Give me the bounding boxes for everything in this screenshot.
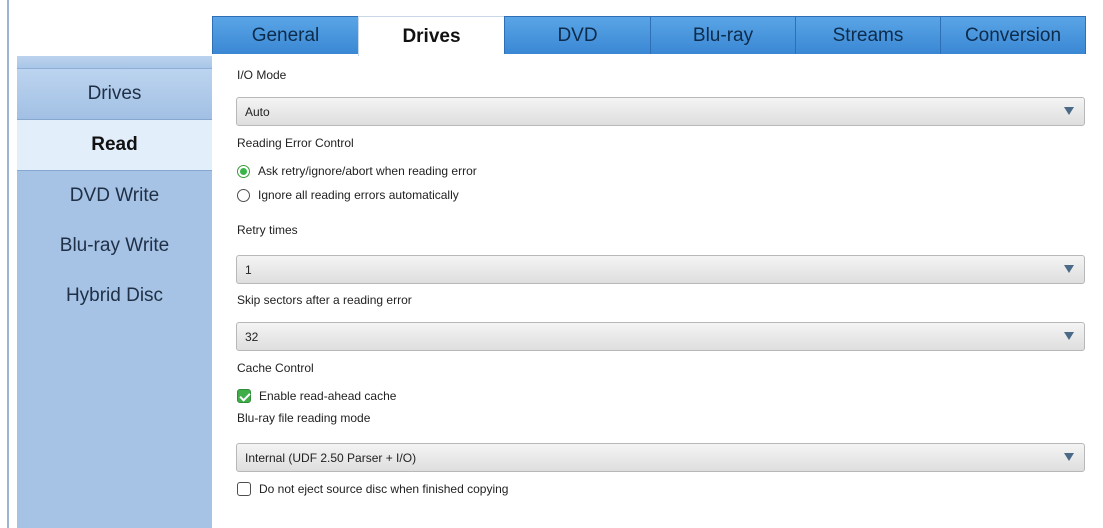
checkbox-icon xyxy=(237,482,251,496)
read-ahead-cache-label: Enable read-ahead cache xyxy=(259,389,397,403)
radio-ask-retry-label: Ask retry/ignore/abort when reading erro… xyxy=(258,164,477,178)
read-ahead-cache-checkbox[interactable]: Enable read-ahead cache xyxy=(237,389,396,403)
bluray-reading-mode-value: Internal (UDF 2.50 Parser + I/O) xyxy=(245,450,417,465)
do-not-eject-label: Do not eject source disc when finished c… xyxy=(259,482,509,496)
io-mode-select[interactable]: Auto xyxy=(236,97,1085,126)
retry-times-label: Retry times xyxy=(237,223,298,237)
radio-ignore-errors-label: Ignore all reading errors automatically xyxy=(258,188,459,202)
chevron-down-icon xyxy=(1064,107,1074,115)
skip-sectors-label: Skip sectors after a reading error xyxy=(237,293,412,307)
reading-error-control-label: Reading Error Control xyxy=(237,136,354,150)
sidebar-item-dvd-write[interactable]: DVD Write xyxy=(17,171,212,221)
bluray-reading-mode-select[interactable]: Internal (UDF 2.50 Parser + I/O) xyxy=(236,443,1085,472)
skip-sectors-select[interactable]: 32 xyxy=(236,322,1085,351)
sidebar-item-hybrid-disc[interactable]: Hybrid Disc xyxy=(17,271,212,321)
chevron-down-icon xyxy=(1064,265,1074,273)
tab-dvd[interactable]: DVD xyxy=(504,16,650,54)
cache-control-label: Cache Control xyxy=(237,361,314,375)
radio-ignore-errors[interactable]: Ignore all reading errors automatically xyxy=(237,188,459,202)
settings-panel: I/O Mode Auto Reading Error Control Ask … xyxy=(212,56,1103,528)
do-not-eject-checkbox[interactable]: Do not eject source disc when finished c… xyxy=(237,482,508,496)
radio-ask-retry[interactable]: Ask retry/ignore/abort when reading erro… xyxy=(237,164,477,178)
retry-times-select[interactable]: 1 xyxy=(236,255,1085,284)
bluray-reading-mode-label: Blu-ray file reading mode xyxy=(237,411,371,425)
radio-unselected-icon xyxy=(237,188,250,202)
io-mode-label: I/O Mode xyxy=(237,68,287,82)
checkmark-icon xyxy=(237,389,251,403)
tab-bluray[interactable]: Blu-ray xyxy=(650,16,795,54)
io-mode-value: Auto xyxy=(245,104,270,119)
sidebar-item-bluray-write[interactable]: Blu-ray Write xyxy=(17,221,212,271)
chevron-down-icon xyxy=(1064,453,1074,461)
tab-streams[interactable]: Streams xyxy=(795,16,940,54)
retry-times-value: 1 xyxy=(245,262,252,277)
sidebar-item-drives[interactable]: Drives xyxy=(17,69,212,120)
sidebar-item-read[interactable]: Read xyxy=(17,120,212,171)
tab-drives[interactable]: Drives xyxy=(358,16,504,56)
radio-selected-icon xyxy=(237,164,250,178)
chevron-down-icon xyxy=(1064,332,1074,340)
sidebar-top-divider xyxy=(17,56,212,69)
tab-general[interactable]: General xyxy=(212,16,358,54)
sidebar: Drives Read DVD Write Blu-ray Write Hybr… xyxy=(17,56,212,528)
skip-sectors-value: 32 xyxy=(245,329,259,344)
tab-conversion[interactable]: Conversion xyxy=(940,16,1086,54)
window-left-border xyxy=(7,0,9,528)
tab-bar: General Drives DVD Blu-ray Streams Conve… xyxy=(212,16,1086,56)
